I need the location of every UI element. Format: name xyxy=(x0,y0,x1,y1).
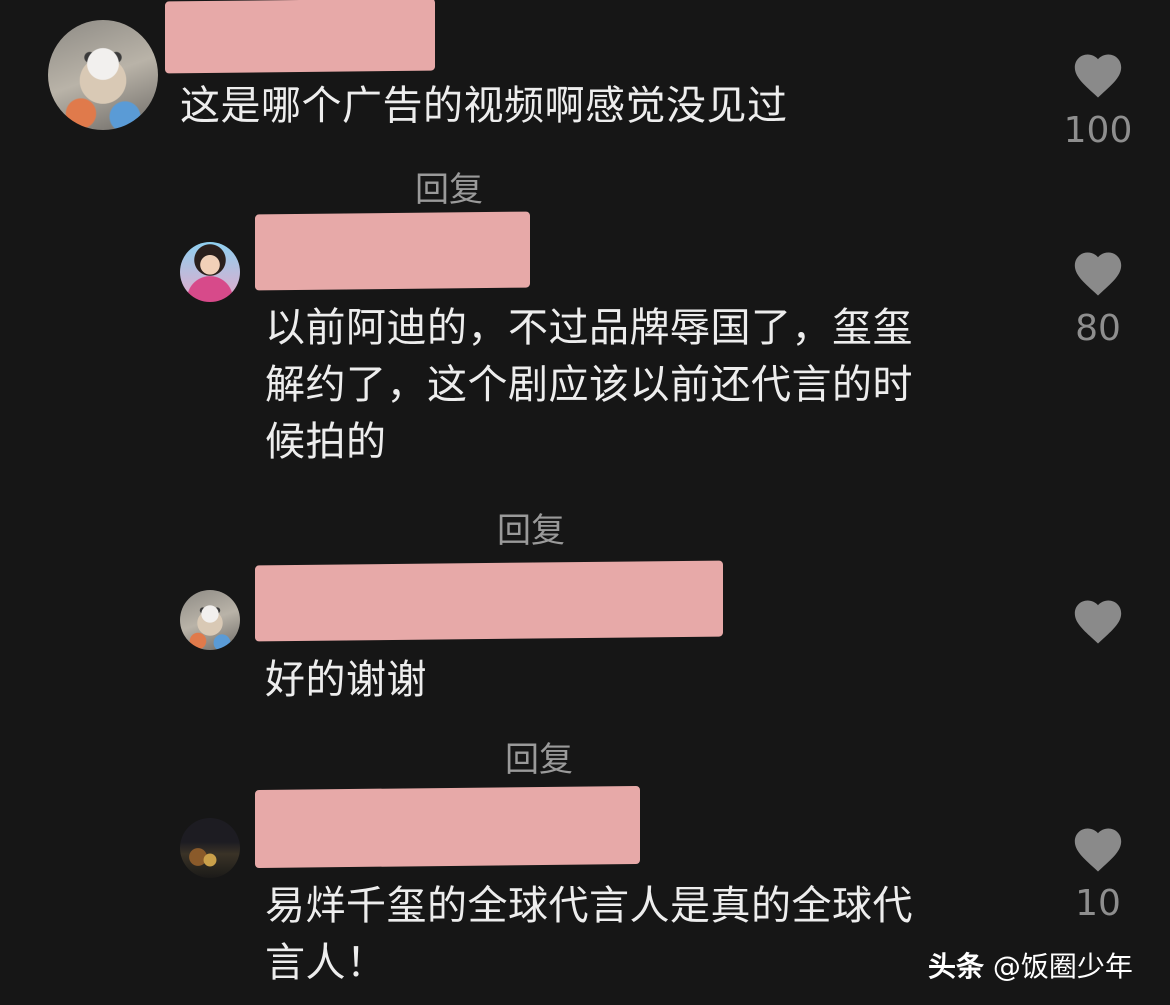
reply-button[interactable]: 回复 xyxy=(497,503,565,552)
comment-line: 候拍的 xyxy=(265,419,387,465)
like-count: 80 xyxy=(1075,308,1121,349)
comment-line: 解约了，这个剧应该以前还代言的时 xyxy=(265,362,913,408)
avatar[interactable] xyxy=(180,590,240,650)
avatar[interactable] xyxy=(180,818,240,878)
like-count: 10 xyxy=(1075,883,1121,924)
watermark-brand: 头条 xyxy=(928,950,985,983)
avatar[interactable] xyxy=(48,20,158,130)
redacted-username xyxy=(255,785,640,869)
watermark: 头条 @饭圈少年 xyxy=(928,945,1133,985)
redacted-username xyxy=(255,560,723,642)
comment-text: 以前阿迪的，不过品牌辱国了，玺玺 解约了，这个剧应该以前还代言的时 候拍的 xyxy=(265,300,913,471)
comment-text: 这是哪个广告的视频啊感觉没见过 xyxy=(180,83,788,129)
watermark-handle: @饭圈少年 xyxy=(992,950,1133,983)
avatar[interactable] xyxy=(180,242,240,302)
heart-icon[interactable] xyxy=(1071,596,1125,646)
reply-button[interactable]: 回复 xyxy=(415,162,483,211)
redacted-username xyxy=(255,211,530,291)
like-count: 100 xyxy=(1063,110,1133,151)
heart-icon[interactable] xyxy=(1071,50,1125,100)
heart-icon[interactable] xyxy=(1071,248,1125,298)
comment-text: 易烊千玺的全球代言人是真的全球代 言人！ xyxy=(265,878,913,992)
redacted-username xyxy=(165,0,435,74)
reply-button[interactable]: 回复 xyxy=(505,732,573,781)
comment-line: 言人！ xyxy=(265,940,387,986)
comment-text: 好的谢谢 xyxy=(265,657,427,703)
comment-line: 以前阿迪的，不过品牌辱国了，玺玺 xyxy=(265,305,913,351)
heart-icon[interactable] xyxy=(1071,824,1125,874)
comment-line: 易烊千玺的全球代言人是真的全球代 xyxy=(265,883,913,929)
